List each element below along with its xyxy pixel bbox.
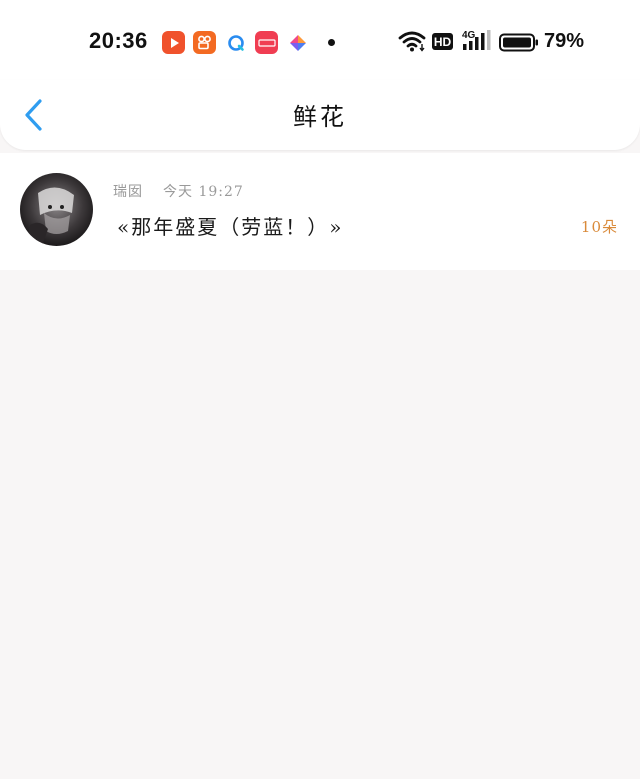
network-type-label: 4G: [462, 30, 476, 41]
flower-count: 10朵: [580, 218, 618, 236]
timestamp: 今天 19:27: [163, 184, 244, 200]
avatar[interactable]: [20, 173, 93, 246]
post-meta: 瑞囡 今天 19:27: [113, 181, 244, 201]
kuaishou-icon: [193, 31, 216, 54]
xiaohongshu-icon: [255, 31, 278, 54]
wifi-icon: [398, 31, 426, 52]
item-content: «那年盛夏（劳蓝！）»: [117, 215, 344, 239]
username[interactable]: 瑞囡: [113, 184, 143, 200]
battery-icon: [499, 33, 538, 52]
video-app-icon: [162, 31, 185, 54]
list-item[interactable]: 瑞囡 今天 19:27 «那年盛夏（劳蓝！）» 10朵: [0, 153, 640, 270]
signal-icon: 4G: [462, 30, 491, 50]
status-time: 20:36: [89, 28, 148, 53]
page-title: 鲜花: [293, 103, 347, 131]
hd-badge: HD: [432, 33, 453, 50]
battery-percent: 79%: [544, 30, 585, 52]
browser-icon: [224, 31, 247, 54]
pinwheel-app-icon: [286, 31, 309, 54]
page-header: 鲜花: [0, 80, 640, 150]
notification-dot-icon: [328, 39, 335, 46]
status-bar: 20:36 HD 4G 79%: [0, 0, 640, 80]
